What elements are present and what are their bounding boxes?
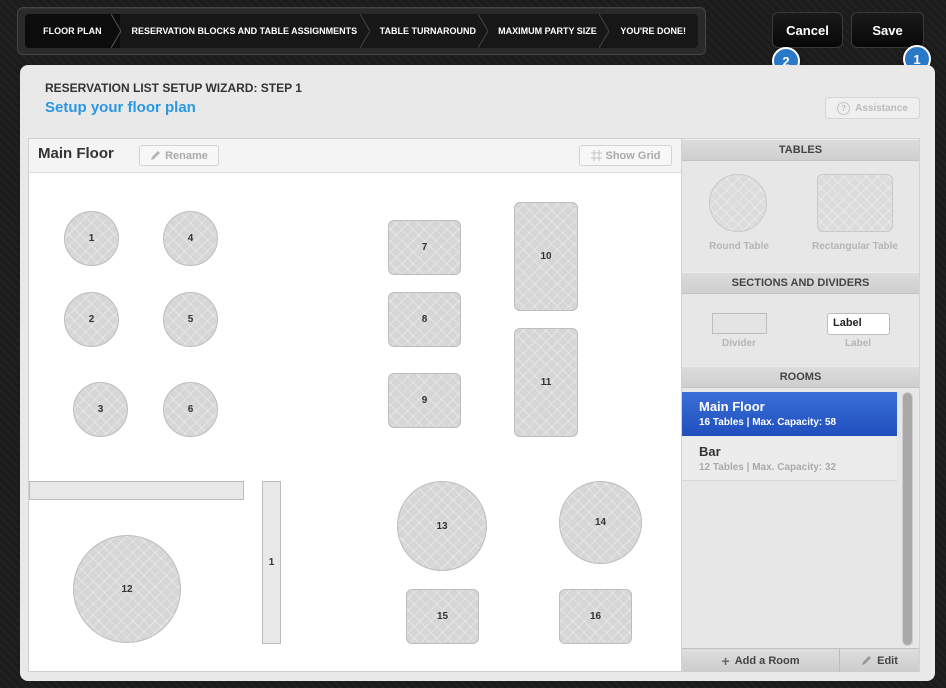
divider-label: 1 bbox=[268, 557, 275, 568]
table-6[interactable]: 6 bbox=[163, 382, 218, 437]
wizard-main-panel: RESERVATION LIST SETUP WIZARD: STEP 1 Se… bbox=[20, 65, 935, 681]
wizard-step-max-party-size[interactable]: MAXIMUM PARTY SIZE bbox=[487, 14, 610, 48]
wizard-step-table-turnaround[interactable]: TABLE TURNAROUND bbox=[369, 14, 488, 48]
room-item-detail: 16 Tables | Max. Capacity: 58 bbox=[699, 417, 837, 428]
show-grid-button[interactable]: Show Grid bbox=[579, 145, 672, 166]
sections-heading: SECTIONS AND DIVIDERS bbox=[682, 272, 919, 294]
cancel-button[interactable]: Cancel bbox=[772, 12, 843, 48]
show-grid-label: Show Grid bbox=[605, 149, 661, 162]
table-14[interactable]: 14 bbox=[559, 481, 642, 564]
save-button[interactable]: Save bbox=[851, 12, 924, 48]
page-title: Setup your floor plan bbox=[45, 99, 196, 116]
cancel-button-label: Cancel bbox=[786, 22, 829, 38]
rectangular-table-tool[interactable] bbox=[817, 174, 893, 232]
table-15[interactable]: 15 bbox=[406, 589, 479, 644]
table-12[interactable]: 12 bbox=[73, 535, 181, 643]
table-11[interactable]: 11 bbox=[514, 328, 578, 437]
table-4[interactable]: 4 bbox=[163, 211, 218, 266]
table-1[interactable]: 1 bbox=[64, 211, 119, 266]
round-table-tool[interactable] bbox=[709, 174, 767, 232]
room-item-main-floor[interactable]: Main Floor 16 Tables | Max. Capacity: 58 bbox=[682, 392, 897, 436]
room-item-detail: 12 Tables | Max. Capacity: 32 bbox=[699, 462, 837, 473]
wizard-steps-bar: FLOOR PLAN RESERVATION BLOCKS AND TABLE … bbox=[17, 7, 706, 55]
assistance-label: Assistance bbox=[855, 102, 908, 114]
room-item-name: Main Floor bbox=[699, 399, 765, 414]
add-room-label: Add a Room bbox=[734, 654, 800, 667]
table-7[interactable]: 7 bbox=[388, 220, 461, 275]
wizard-step-heading: RESERVATION LIST SETUP WIZARD: STEP 1 bbox=[45, 81, 302, 95]
room-name: Main Floor bbox=[38, 145, 114, 162]
rooms-heading: ROOMS bbox=[682, 366, 919, 388]
label-tool-label: Label bbox=[844, 338, 872, 349]
wizard-step-done[interactable]: YOU'RE DONE! bbox=[608, 14, 698, 48]
divider-tool-label: Divider bbox=[722, 338, 756, 349]
wizard-step-reservation-blocks[interactable]: RESERVATION BLOCKS AND TABLE ASSIGNMENTS bbox=[120, 14, 370, 48]
table-2[interactable]: 2 bbox=[64, 292, 119, 347]
help-icon: ? bbox=[837, 101, 851, 115]
rename-label: Rename bbox=[165, 149, 208, 162]
wizard-step-floor-plan[interactable]: FLOOR PLAN bbox=[25, 14, 121, 48]
pencil-icon bbox=[151, 151, 161, 160]
wizard-step-label: FLOOR PLAN bbox=[43, 26, 102, 36]
wizard-steps: FLOOR PLAN RESERVATION BLOCKS AND TABLE … bbox=[25, 14, 698, 48]
room-item-bar[interactable]: Bar 12 Tables | Max. Capacity: 32 bbox=[682, 437, 897, 481]
round-table-label: Round Table bbox=[709, 241, 769, 252]
rooms-scrollbar-thumb[interactable] bbox=[903, 393, 912, 645]
edit-label: Edit bbox=[877, 654, 898, 667]
grid-icon bbox=[590, 150, 602, 161]
tables-heading: TABLES bbox=[682, 139, 919, 161]
table-13[interactable]: 13 bbox=[397, 481, 487, 571]
table-16[interactable]: 16 bbox=[559, 589, 632, 644]
plus-icon: + bbox=[721, 652, 730, 669]
wizard-step-label: YOU'RE DONE! bbox=[620, 26, 686, 36]
room-item-name: Bar bbox=[699, 444, 721, 459]
floor-plan-header: Main Floor Rename Show Grid bbox=[29, 139, 681, 173]
table-8[interactable]: 8 bbox=[388, 292, 461, 347]
rename-button[interactable]: Rename bbox=[139, 145, 219, 166]
save-button-label: Save bbox=[872, 22, 903, 38]
assistance-button[interactable]: ? Assistance bbox=[825, 97, 920, 119]
table-5[interactable]: 5 bbox=[163, 292, 218, 347]
rectangular-table-label: Rectangular Table bbox=[812, 241, 898, 252]
table-3[interactable]: 3 bbox=[73, 382, 128, 437]
side-panel: TABLES Round Table Rectangular Table SEC… bbox=[681, 138, 920, 672]
divider-tool[interactable] bbox=[712, 313, 767, 334]
wizard-step-label: TABLE TURNAROUND bbox=[379, 26, 476, 36]
wizard-step-label: RESERVATION BLOCKS AND TABLE ASSIGNMENTS bbox=[131, 26, 358, 36]
floor-plan-canvas[interactable]: Main Floor Rename Show Grid 1 2 3 4 5 6 … bbox=[28, 138, 682, 672]
divider-horizontal[interactable] bbox=[29, 481, 244, 500]
label-tool[interactable]: Label bbox=[827, 313, 890, 335]
wizard-step-label: MAXIMUM PARTY SIZE bbox=[498, 26, 597, 36]
divider-vertical[interactable]: 1 bbox=[262, 481, 281, 644]
table-9[interactable]: 9 bbox=[388, 373, 461, 428]
add-room-button[interactable]: + Add a Room bbox=[682, 648, 840, 672]
table-10[interactable]: 10 bbox=[514, 202, 578, 311]
edit-room-button[interactable]: Edit bbox=[840, 648, 919, 672]
pencil-icon bbox=[862, 656, 872, 665]
